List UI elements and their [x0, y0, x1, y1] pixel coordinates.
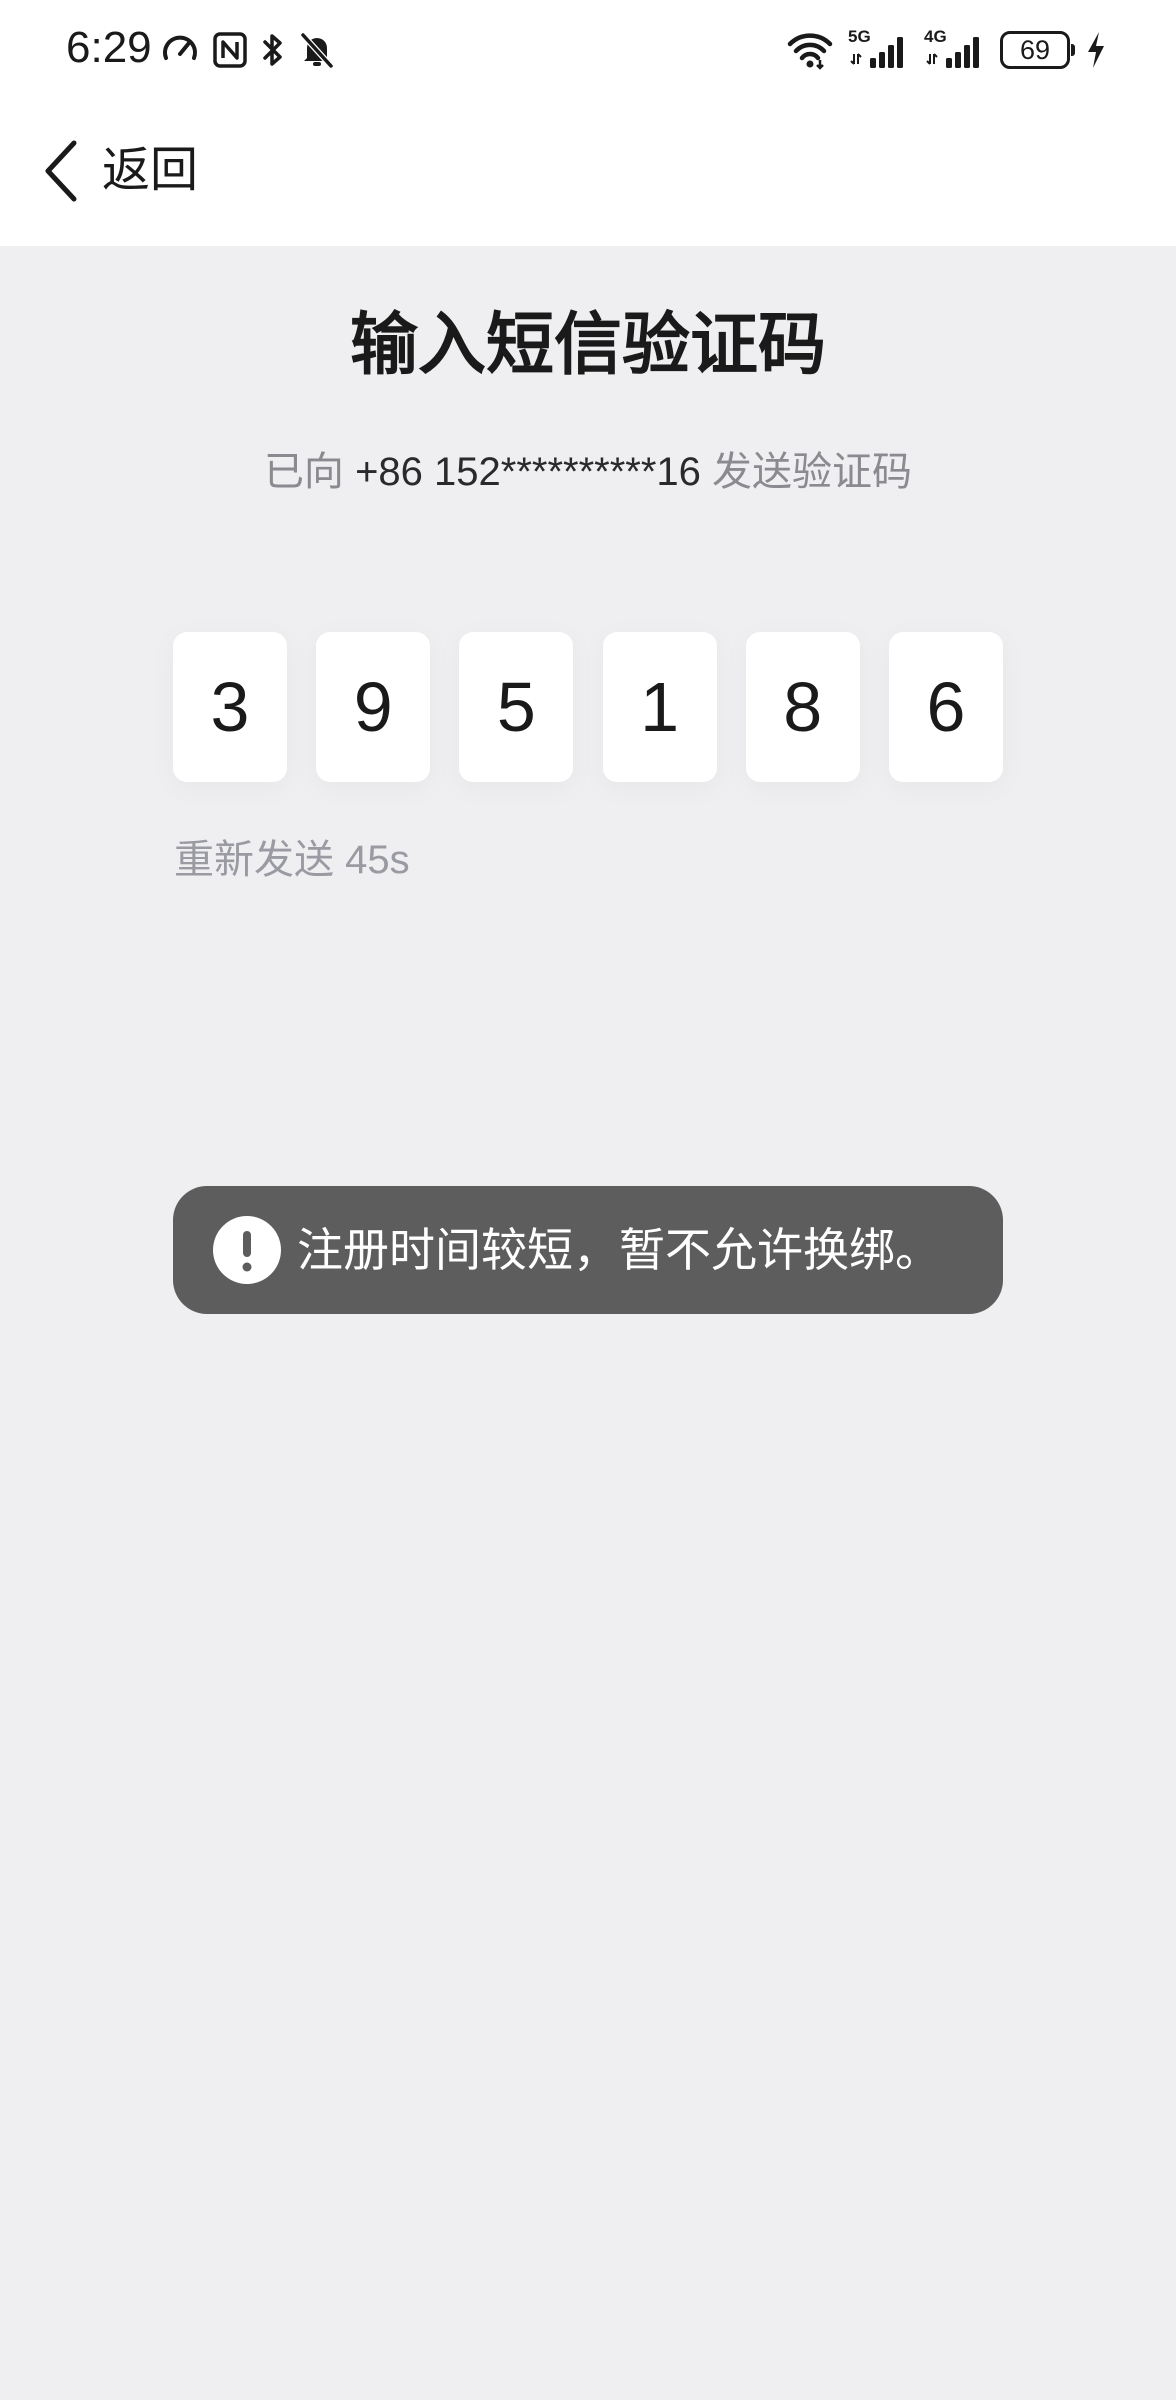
nfc-icon [212, 30, 248, 70]
wifi-icon [786, 30, 834, 70]
page-title: 输入短信验证码 [349, 307, 826, 383]
code-digit-box[interactable]: 3 [173, 632, 287, 782]
resend-countdown: 重新发送 45s [174, 838, 410, 882]
sms-sent-info: 已向 +86 152**********16 发送验证码 [0, 440, 1176, 504]
speedometer-icon [160, 30, 200, 70]
nav-bar: 返回 [0, 96, 1176, 246]
signal-5g: 5G [848, 28, 910, 72]
charging-bolt-icon [1084, 30, 1108, 70]
back-label: 返回 [102, 144, 199, 197]
bluetooth-icon [260, 30, 286, 70]
code-digit-box[interactable]: 5 [459, 632, 574, 782]
signal-4g: 4G [924, 28, 986, 72]
status-time: 6:29 [66, 23, 152, 72]
chevron-left-icon [40, 139, 80, 203]
toast-text: 注册时间较短，暂不允许换绑。 [297, 1224, 941, 1276]
back-button[interactable]: 返回 [40, 136, 198, 206]
bell-muted-icon [298, 30, 336, 70]
toast-message: 注册时间较短，暂不允许换绑。 [173, 1186, 1003, 1314]
sent-suffix: 发送验证码 [712, 450, 913, 494]
phone-number: +86 152**********16 [355, 450, 701, 494]
status-bar: 6:29 5G 4G 69 [0, 0, 1176, 96]
sent-prefix: 已向 [263, 450, 344, 494]
status-right-icons: 5G 4G 69 [786, 26, 1108, 74]
code-digit-box[interactable]: 1 [602, 632, 717, 782]
battery-indicator: 69 [1000, 31, 1075, 69]
code-digit-box[interactable]: 8 [745, 632, 860, 782]
exclamation-icon [213, 1216, 281, 1284]
verification-code-input[interactable]: 3 9 5 1 8 6 [173, 632, 1003, 782]
code-digit-box[interactable]: 9 [316, 632, 431, 782]
code-digit-box[interactable]: 6 [888, 632, 1003, 782]
status-left-icons [160, 28, 336, 72]
